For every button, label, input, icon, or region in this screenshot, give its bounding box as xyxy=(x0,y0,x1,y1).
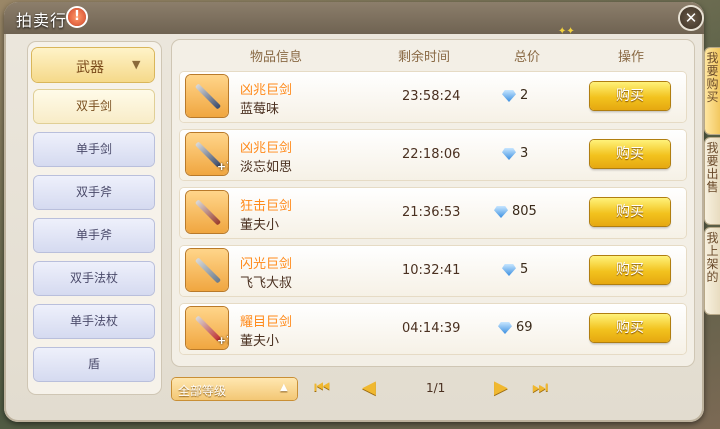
seller-name: 蓝莓味 xyxy=(240,102,280,117)
chevron-down-icon: ▼ xyxy=(132,58,141,71)
sidebar-item[interactable]: 双手斧 xyxy=(34,176,154,209)
buy-button[interactable]: 购买 xyxy=(590,82,670,110)
seller-name: 淡忘如思 xyxy=(240,160,293,175)
sword-icon xyxy=(194,199,222,226)
prev-page-icon[interactable]: ◀ xyxy=(362,377,376,398)
buy-button[interactable]: 购买 xyxy=(590,314,670,342)
remaining-time: 23:58:24 xyxy=(402,89,461,104)
enhance-level-badge: +7 xyxy=(217,160,228,173)
header-total-price: 总价 xyxy=(514,50,541,65)
item-name: 耀目巨剑 xyxy=(240,315,293,330)
total-price: 69 xyxy=(516,320,533,335)
header-remaining-time: 剩余时间 xyxy=(398,50,451,65)
sword-item-icon[interactable]: +7 xyxy=(186,307,228,349)
item-name: 凶兆巨剑 xyxy=(240,83,293,98)
close-icon[interactable]: ✕ xyxy=(680,7,702,29)
buy-button[interactable]: 购买 xyxy=(590,198,670,226)
header-action: 操作 xyxy=(618,50,645,65)
diamond-currency-icon xyxy=(494,206,508,218)
category-label: 武器 xyxy=(76,60,104,76)
side-tab[interactable]: 我上架的 xyxy=(705,228,720,314)
side-tab[interactable]: 我要购买 xyxy=(705,48,720,134)
table-row: +7 凶兆巨剑淡忘如思 22:18:06 3 购买 xyxy=(180,130,686,180)
sidebar-item[interactable]: 双手剑 xyxy=(34,90,154,123)
table-row: 凶兆巨剑蓝莓味 23:58:24 2 购买 xyxy=(180,72,686,122)
category-sidebar: 武器 ▼ 双手剑单手剑双手斧单手斧双手法杖单手法杖盾 xyxy=(28,42,161,394)
sword-icon xyxy=(194,257,222,284)
total-price: 3 xyxy=(520,146,529,161)
diamond-currency-icon xyxy=(502,264,516,276)
header-item-info: 物品信息 xyxy=(250,50,303,65)
seller-name: 董夫小 xyxy=(240,334,280,349)
diamond-currency-icon xyxy=(502,148,516,160)
table-footer: 全部等级 ▲ ⏮ ◀ 1/1 ▶ ⏭ xyxy=(172,374,694,404)
sword-icon xyxy=(194,83,222,110)
title-bar: 拍卖行 ! ✕ xyxy=(4,2,704,34)
remaining-time: 21:36:53 xyxy=(402,205,461,220)
sidebar-item[interactable]: 双手法杖 xyxy=(34,262,154,295)
star-decoration-icon: ✦✦ xyxy=(558,26,575,37)
sword-item-icon[interactable]: +7 xyxy=(186,133,228,175)
level-filter-label: 全部等级 xyxy=(178,384,227,398)
sword-item-icon[interactable] xyxy=(186,249,228,291)
last-page-icon[interactable]: ⏭ xyxy=(532,377,548,398)
help-icon[interactable]: ! xyxy=(68,8,86,26)
chevron-up-icon: ▲ xyxy=(280,382,288,393)
seller-name: 董夫小 xyxy=(240,218,280,233)
table-row: 闪光巨剑飞飞大叔 10:32:41 5 购买 xyxy=(180,246,686,296)
seller-name: 飞飞大叔 xyxy=(240,276,293,291)
sidebar-item[interactable]: 盾 xyxy=(34,348,154,381)
item-name: 闪光巨剑 xyxy=(240,257,293,272)
item-name: 狂击巨剑 xyxy=(240,199,293,214)
level-filter-select[interactable]: 全部等级 ▲ xyxy=(172,378,297,400)
table-row: +7 耀目巨剑董夫小 04:14:39 69 购买 xyxy=(180,304,686,354)
next-page-icon[interactable]: ▶ xyxy=(494,377,508,398)
enhance-level-badge: +7 xyxy=(217,334,228,347)
page-indicator: 1/1 xyxy=(426,381,446,395)
remaining-time: 04:14:39 xyxy=(402,321,461,336)
first-page-icon[interactable]: ⏮ xyxy=(314,377,330,398)
weapon-category-dropdown[interactable]: 武器 ▼ xyxy=(32,48,154,82)
buy-button[interactable]: 购买 xyxy=(590,256,670,284)
sidebar-item[interactable]: 单手斧 xyxy=(34,219,154,252)
diamond-currency-icon xyxy=(502,90,516,102)
table-header: 物品信息 剩余时间 总价 操作 xyxy=(172,40,694,68)
sidebar-item[interactable]: 单手剑 xyxy=(34,133,154,166)
listing-table: 物品信息 剩余时间 总价 操作 凶兆巨剑蓝莓味23:58:242购买+7凶兆巨剑… xyxy=(172,40,694,366)
window-title: 拍卖行 xyxy=(16,11,68,30)
total-price: 805 xyxy=(512,204,537,219)
buy-button[interactable]: 购买 xyxy=(590,140,670,168)
diamond-currency-icon xyxy=(498,322,512,334)
sword-item-icon[interactable] xyxy=(186,75,228,117)
total-price: 5 xyxy=(520,262,529,277)
table-row: 狂击巨剑董夫小 21:36:53 805 购买 xyxy=(180,188,686,238)
sword-item-icon[interactable] xyxy=(186,191,228,233)
remaining-time: 22:18:06 xyxy=(402,147,461,162)
side-tab[interactable]: 我要出售 xyxy=(705,138,720,224)
total-price: 2 xyxy=(520,88,529,103)
item-name: 凶兆巨剑 xyxy=(240,141,293,156)
auction-window: 拍卖行 ! ✕ ✦✦ 武器 ▼ 双手剑单手剑双手斧单手斧双手法杖单手法杖盾 物品… xyxy=(4,2,704,422)
sidebar-item[interactable]: 单手法杖 xyxy=(34,305,154,338)
remaining-time: 10:32:41 xyxy=(402,263,461,278)
